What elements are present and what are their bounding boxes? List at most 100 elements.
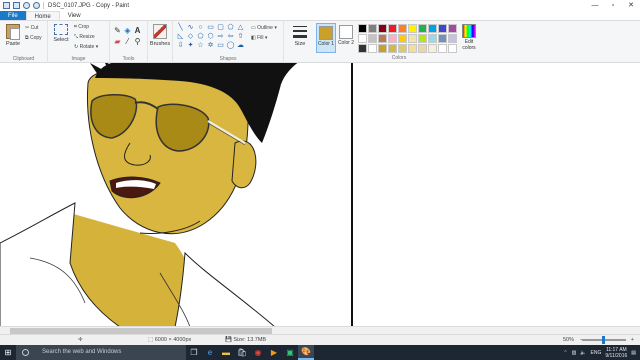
- palette-swatch[interactable]: [428, 44, 437, 53]
- minimize-button[interactable]: —: [586, 0, 604, 11]
- windows-start-icon[interactable]: ⊞: [0, 345, 16, 360]
- rectangle-shape-icon[interactable]: ▭: [206, 24, 215, 32]
- brushes-button[interactable]: Brushes: [149, 24, 171, 47]
- palette-swatch[interactable]: [418, 34, 427, 43]
- taskbar-search[interactable]: Search the web and Windows: [16, 345, 186, 360]
- fill-bucket-icon[interactable]: ◈: [123, 26, 132, 35]
- tab-home[interactable]: Home: [25, 11, 60, 20]
- color-picker-icon[interactable]: ⁄: [123, 37, 132, 46]
- palette-swatch[interactable]: [378, 24, 387, 33]
- notifications-icon[interactable]: ▤: [631, 350, 636, 356]
- callout-shape-icon[interactable]: ▭: [216, 42, 225, 50]
- palette-swatch[interactable]: [368, 24, 377, 33]
- zoom-slider[interactable]: [582, 336, 626, 344]
- five-point-star-shape-icon[interactable]: ☆: [196, 42, 205, 50]
- clock[interactable]: 11:17 AM 9/11/2016: [605, 347, 627, 359]
- text-icon[interactable]: A: [133, 26, 142, 35]
- cloud-callout-shape-icon[interactable]: ☁: [236, 42, 245, 50]
- palette-swatch[interactable]: [438, 44, 447, 53]
- palette-swatch[interactable]: [408, 34, 417, 43]
- magnifier-icon[interactable]: ⚲: [133, 37, 142, 46]
- horizontal-scrollbar[interactable]: [0, 326, 640, 334]
- palette-swatch[interactable]: [448, 34, 457, 43]
- redo-icon[interactable]: [33, 2, 40, 9]
- language-indicator[interactable]: ENG: [591, 350, 602, 356]
- store-icon[interactable]: 🛍: [234, 345, 250, 360]
- six-point-star-shape-icon[interactable]: ✡: [206, 42, 215, 50]
- oval-callout-shape-icon[interactable]: ◯: [226, 42, 235, 50]
- palette-swatch[interactable]: [428, 24, 437, 33]
- curve-shape-icon[interactable]: ∿: [186, 24, 195, 32]
- crop-button[interactable]: ⌗ Crop: [74, 24, 89, 30]
- four-point-star-shape-icon[interactable]: ✦: [186, 42, 195, 50]
- size-button[interactable]: Size: [289, 24, 311, 47]
- polygon-shape-icon[interactable]: ⬠: [226, 24, 235, 32]
- line-shape-icon[interactable]: ╲: [176, 24, 185, 32]
- right-arrow-shape-icon[interactable]: ⇨: [216, 33, 225, 41]
- pentagon-shape-icon[interactable]: ⬠: [196, 33, 205, 41]
- eraser-icon[interactable]: ▰: [113, 37, 122, 46]
- triangle-shape-icon[interactable]: △: [236, 24, 245, 32]
- outline-dropdown[interactable]: ▭ Outline ▾: [251, 25, 277, 31]
- maximize-button[interactable]: ▫: [604, 0, 622, 11]
- right-triangle-shape-icon[interactable]: ◺: [176, 33, 185, 41]
- palette-swatch[interactable]: [408, 24, 417, 33]
- palette-swatch[interactable]: [428, 34, 437, 43]
- edit-colors-button[interactable]: Edit colors: [460, 24, 478, 51]
- paste-button[interactable]: Paste: [3, 24, 23, 47]
- file-explorer-icon[interactable]: ▬: [218, 345, 234, 360]
- rounded-rect-shape-icon[interactable]: ▢: [216, 24, 225, 32]
- palette-swatch[interactable]: [358, 34, 367, 43]
- hexagon-shape-icon[interactable]: ⬡: [206, 33, 215, 41]
- palette-swatch[interactable]: [378, 34, 387, 43]
- cut-button[interactable]: ✂ Cut: [25, 25, 38, 31]
- palette-swatch[interactable]: [418, 24, 427, 33]
- left-arrow-shape-icon[interactable]: ⇦: [226, 33, 235, 41]
- paint-taskbar-icon[interactable]: 🎨: [298, 345, 314, 360]
- undo-icon[interactable]: [23, 2, 30, 9]
- up-arrow-shape-icon[interactable]: ⇧: [236, 33, 245, 41]
- palette-swatch[interactable]: [418, 44, 427, 53]
- tab-file[interactable]: File: [0, 11, 26, 20]
- save-icon[interactable]: [13, 2, 20, 9]
- palette-swatch[interactable]: [398, 44, 407, 53]
- palette-swatch[interactable]: [368, 34, 377, 43]
- palette-swatch[interactable]: [388, 24, 397, 33]
- rotate-button[interactable]: ↻ Rotate ▾: [74, 44, 98, 50]
- tray-chevron-icon[interactable]: ⌃: [563, 350, 567, 356]
- volume-icon[interactable]: 🔈: [580, 350, 586, 356]
- palette-swatch[interactable]: [368, 44, 377, 53]
- canvas-area[interactable]: [0, 63, 640, 327]
- close-button[interactable]: ✕: [622, 0, 640, 11]
- network-icon[interactable]: ▥: [572, 350, 577, 356]
- tab-view[interactable]: View: [60, 11, 89, 20]
- fill-dropdown[interactable]: ◧ Fill ▾: [251, 35, 267, 41]
- palette-swatch[interactable]: [388, 44, 397, 53]
- media-player-icon[interactable]: ▶: [266, 345, 282, 360]
- task-view-icon[interactable]: ❐: [186, 345, 202, 360]
- edge-browser-icon[interactable]: e: [202, 345, 218, 360]
- select-button[interactable]: Select: [51, 24, 71, 43]
- palette-swatch[interactable]: [438, 34, 447, 43]
- photos-icon[interactable]: ▣: [282, 345, 298, 360]
- palette-swatch[interactable]: [358, 24, 367, 33]
- palette-swatch[interactable]: [448, 44, 457, 53]
- palette-swatch[interactable]: [388, 34, 397, 43]
- copy-button[interactable]: ⧉ Copy: [25, 35, 42, 41]
- palette-swatch[interactable]: [408, 44, 417, 53]
- canvas-drawing[interactable]: [0, 63, 640, 327]
- chrome-icon[interactable]: ◉: [250, 345, 266, 360]
- pencil-icon[interactable]: ✎: [113, 26, 122, 35]
- palette-swatch[interactable]: [378, 44, 387, 53]
- oval-shape-icon[interactable]: ○: [196, 24, 205, 32]
- zoom-in-button[interactable]: +: [631, 337, 634, 343]
- down-arrow-shape-icon[interactable]: ⇩: [176, 42, 185, 50]
- diamond-shape-icon[interactable]: ◇: [186, 33, 195, 41]
- palette-swatch[interactable]: [398, 34, 407, 43]
- palette-swatch[interactable]: [398, 24, 407, 33]
- palette-swatch[interactable]: [448, 24, 457, 33]
- palette-swatch[interactable]: [438, 24, 447, 33]
- palette-swatch[interactable]: [358, 44, 367, 53]
- resize-button[interactable]: ⤡ Resize: [74, 34, 95, 40]
- color1-button[interactable]: Color 1: [316, 23, 336, 53]
